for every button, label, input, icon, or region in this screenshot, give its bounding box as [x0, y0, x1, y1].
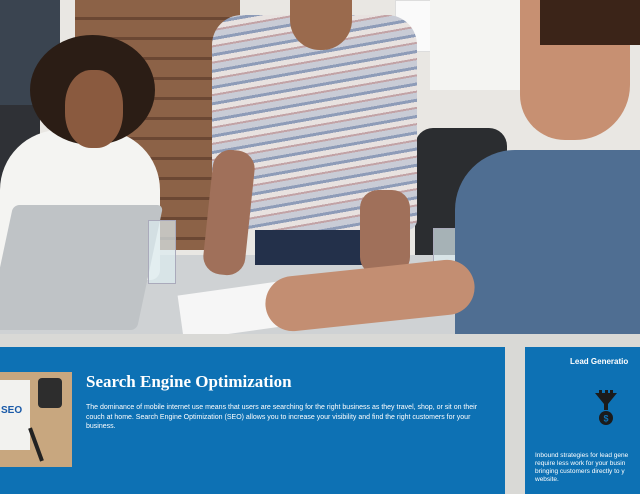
- seo-card-description: The dominance of mobile internet use mea…: [86, 404, 478, 430]
- lead-line-4: website.: [535, 476, 559, 483]
- funnel-dollar-icon: $: [595, 390, 617, 425]
- standing-man-arm-right: [360, 190, 410, 275]
- woman-face: [65, 70, 123, 148]
- lead-card-title[interactable]: Lead Generatio: [570, 357, 628, 366]
- hero-photo: [0, 0, 640, 334]
- lead-generation-card[interactable]: Lead Generatio $ Inbound strategies for …: [525, 347, 640, 494]
- pencil-cup: [38, 378, 62, 408]
- lead-line-2: require less work for your busin: [535, 460, 626, 467]
- water-glass: [148, 220, 176, 284]
- seo-card-title[interactable]: Search Engine Optimization: [86, 372, 292, 392]
- svg-text:$: $: [603, 414, 608, 424]
- thumbnail-seo-text: SEO: [1, 405, 23, 416]
- seo-notebook-thumbnail: SEO: [0, 372, 72, 467]
- lead-line-3: bringing customers directly to y: [535, 468, 625, 475]
- lead-line-1: Inbound strategies for lead gene: [535, 452, 629, 459]
- lead-card-description: Inbound strategies for lead gene require…: [535, 452, 640, 484]
- seated-man-hair: [540, 0, 640, 45]
- seated-man-shirt: [455, 150, 640, 334]
- laptop: [0, 205, 164, 330]
- pen: [28, 427, 44, 462]
- seo-service-card[interactable]: SEO Search Engine Optimization The domin…: [0, 347, 505, 494]
